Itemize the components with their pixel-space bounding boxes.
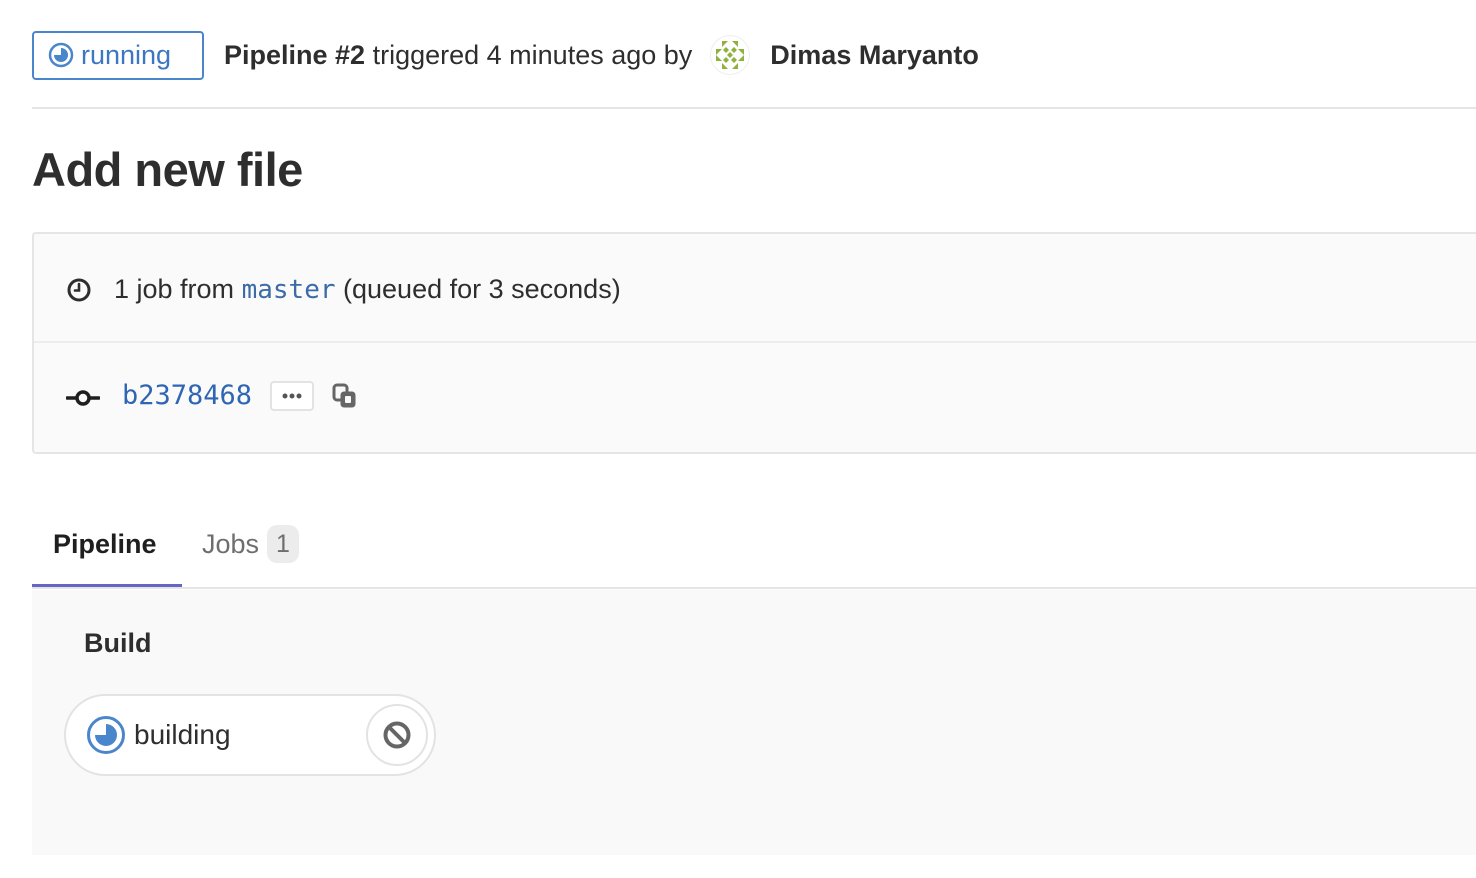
avatar[interactable] [710, 35, 751, 75]
pipeline-id: Pipeline #2 [224, 39, 366, 70]
info-divider [34, 341, 1476, 343]
jobs-count-badge: 1 [267, 525, 299, 563]
tab-pipeline[interactable]: Pipeline [32, 500, 182, 588]
pipeline-graph: Build building [32, 590, 1476, 855]
author-name[interactable]: Dimas Maryanto [770, 40, 979, 71]
pipeline-tabs: Pipeline Jobs 1 [32, 500, 1476, 590]
clock-icon [66, 277, 92, 303]
pipeline-header: running Pipeline #2 triggered 4 minutes … [32, 30, 1476, 80]
cancel-icon [383, 721, 411, 749]
tabs-divider [32, 587, 1476, 589]
commit-row: b2378468 [66, 380, 360, 411]
page-title: Add new file [32, 143, 303, 196]
cancel-job-button[interactable] [366, 704, 428, 766]
commit-sha-link[interactable]: b2378468 [122, 380, 252, 411]
status-running-icon [48, 42, 74, 68]
expand-commit-message-button[interactable] [270, 380, 315, 411]
stage-title: Build [84, 628, 152, 658]
status-badge[interactable]: running [32, 30, 204, 80]
queued-text: (queued for 3 seconds) [343, 274, 621, 304]
copy-icon [332, 383, 356, 407]
job-summary-row: 1 job from master (queued for 3 seconds) [66, 274, 621, 305]
branch-link[interactable]: master [242, 275, 336, 305]
job-count-text: 1 job from [114, 274, 235, 304]
pipeline-summary: Pipeline #2 triggered 4 minutes ago by D… [224, 35, 979, 75]
tab-jobs[interactable]: Jobs 1 [202, 500, 299, 588]
ellipsis-icon [282, 393, 302, 398]
tab-jobs-label: Jobs [202, 528, 260, 559]
status-label: running [81, 39, 172, 70]
header-divider [32, 107, 1476, 109]
status-running-icon [86, 715, 126, 755]
triggered-text: triggered 4 minutes ago by [372, 39, 693, 70]
copy-sha-button[interactable] [330, 381, 360, 411]
commit-icon [66, 388, 100, 408]
job-name: building [134, 719, 231, 750]
job-item[interactable]: building [64, 694, 436, 776]
tab-pipeline-label: Pipeline [53, 528, 157, 559]
pipeline-info-box: 1 job from master (queued for 3 seconds)… [32, 232, 1476, 454]
